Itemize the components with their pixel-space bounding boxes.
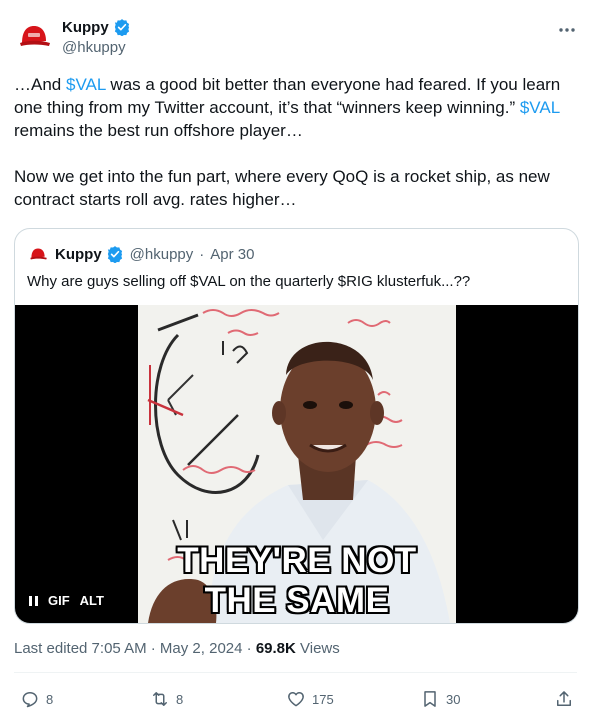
like-button[interactable]: 175 <box>286 689 334 709</box>
gif-label: GIF <box>48 593 70 608</box>
repost-button[interactable]: 8 <box>150 689 183 709</box>
quoted-handle: @hkuppy <box>129 245 194 263</box>
views-count: 69.8K <box>255 640 296 657</box>
bookmark-button[interactable]: 30 <box>420 689 460 709</box>
share-icon <box>557 691 571 706</box>
more-options-icon[interactable] <box>557 20 577 40</box>
author-names: Kuppy @hkuppy <box>62 17 131 56</box>
tweet-text: …And $VAL was a good bit better than eve… <box>14 73 579 234</box>
views-label: Views <box>295 640 340 657</box>
alt-text-button[interactable]: ALT <box>80 593 104 608</box>
text-segment: remains the best run offshore player… <box>14 121 303 140</box>
quoted-display-name: Kuppy <box>55 245 102 263</box>
pause-icon[interactable] <box>29 595 38 606</box>
action-bar: 8 8 175 30 <box>14 689 577 711</box>
avatar[interactable] <box>14 16 54 56</box>
reply-icon <box>22 692 38 708</box>
cashtag-link[interactable]: $VAL <box>520 98 560 117</box>
media-controls: GIF ALT <box>29 593 104 608</box>
gif-caption-line-2: THE SAME <box>204 581 390 620</box>
verified-badge-icon <box>107 246 122 263</box>
red-cap-avatar-icon <box>27 243 49 265</box>
tweet: Kuppy @hkuppy …And $VAL was a good bit b… <box>0 0 591 722</box>
repost-count: 8 <box>176 691 184 707</box>
verified-badge-icon <box>114 19 129 36</box>
quoted-date: Apr 30 <box>210 245 255 263</box>
quoted-tweet-text: Why are guys selling off $VAL on the qua… <box>27 273 471 290</box>
quoted-tweet[interactable]: Kuppy @hkuppy · Apr 30 Why are guys sell… <box>14 228 579 624</box>
quoted-tweet-header: Kuppy @hkuppy · Apr 30 <box>27 243 254 265</box>
gif-caption-line-1: THEY'RE NOT <box>177 541 417 580</box>
tweet-paragraph-1: …And $VAL was a good bit better than eve… <box>14 73 579 142</box>
reply-button[interactable]: 8 <box>20 689 53 709</box>
gif-media[interactable]: THEY'RE NOT THE SAME GIF ALT <box>15 305 578 623</box>
handle[interactable]: @hkuppy <box>62 39 131 56</box>
repost-icon <box>153 692 167 706</box>
share-button[interactable] <box>554 689 574 709</box>
divider <box>14 672 577 673</box>
text-segment: …And <box>14 75 66 94</box>
gif-frame: THEY'RE NOT THE SAME <box>138 305 456 623</box>
bookmark-icon <box>424 691 436 707</box>
heart-icon <box>288 692 304 707</box>
quoted-avatar <box>27 243 49 265</box>
reply-count: 8 <box>46 691 54 707</box>
red-cap-avatar-icon <box>14 16 54 56</box>
edited-timestamp[interactable]: Last edited 7:05 AM · May 2, 2024 · <box>14 640 256 657</box>
like-count: 175 <box>312 691 334 707</box>
display-name[interactable]: Kuppy <box>62 19 109 36</box>
separator: · <box>199 245 205 263</box>
cashtag-link[interactable]: $VAL <box>66 75 106 94</box>
tweet-paragraph-2: Now we get into the fun part, where ever… <box>14 167 550 209</box>
bookmark-count: 30 <box>446 691 461 707</box>
tweet-meta: Last edited 7:05 AM · May 2, 2024 · 69.8… <box>14 640 340 657</box>
